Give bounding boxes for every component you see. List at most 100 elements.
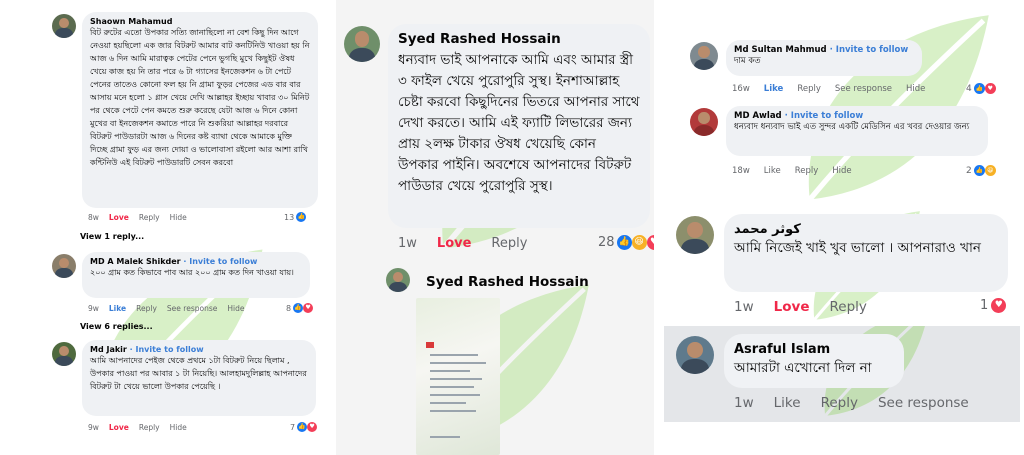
avatar[interactable] [52,14,76,38]
comment-text: দাম কত [734,56,761,66]
comment-actions: 9w Like Reply See response Hide [88,304,244,313]
see-response-button[interactable]: See response [835,84,892,94]
hide-button[interactable]: Hide [906,84,925,94]
comment-time[interactable]: 18w [732,166,750,176]
like-reaction-icon: 👍 [616,235,632,250]
love-reaction-icon: ♥ [991,298,1007,313]
avatar[interactable] [386,268,410,292]
like-reaction-icon: 👍 [973,83,985,94]
middle-comment-panel: Syed Rashed Hossain ধন্যবাদ ভাই আপনাকে আ… [336,0,654,455]
love-button[interactable]: Love [437,236,472,251]
comment-time[interactable]: 16w [732,84,750,94]
comment-time[interactable]: 9w [88,423,99,432]
love-button[interactable]: Love [109,213,129,222]
love-reaction-icon: ♥ [307,422,318,432]
comment-actions: 8w Love Reply Hide [88,213,187,222]
comment-bubble: MD A Malek Shikder · Invite to follow ২০… [82,252,310,298]
reaction-count[interactable]: 13 👍 [284,212,307,222]
see-response-button[interactable]: See response [167,304,217,313]
comment-time[interactable]: 1w [734,299,754,315]
right-comment-panel-2: كوثر محمد আমি নিজেই খাই খুব ভালো । আপনার… [664,208,1020,326]
comment-author: MD A Malek Shikder · Invite to follow [90,257,302,266]
like-reaction-icon: 👍 [973,165,985,176]
reply-button[interactable]: Reply [491,236,527,251]
author-name[interactable]: MD Awlad [734,111,782,121]
comment-bubble: Shaown Mahamud বিট রুটের এতো উপকার সত্যি… [82,12,318,208]
prescription-photo[interactable] [416,298,500,455]
reply-button[interactable]: Reply [139,423,160,432]
author-name[interactable]: Md Sultan Mahmud [734,45,827,55]
reaction-number: 28 [598,235,615,250]
comment-actions: 18w Like Reply Hide [732,166,852,176]
reply-button[interactable]: Reply [797,84,821,94]
comment-author[interactable]: Asraful Islam [734,342,894,357]
comment-author[interactable]: Shaown Mahamud [90,17,310,26]
comment-author[interactable]: كوثر محمد [734,222,998,237]
love-button[interactable]: Love [109,423,129,432]
comment-bubble: كوثر محمد আমি নিজেই খাই খুব ভালো । আপনার… [724,214,1008,292]
avatar[interactable] [690,42,718,70]
comment-time[interactable]: 1w [734,395,754,411]
author-name[interactable]: MD A Malek Shikder [90,257,181,266]
reaction-number: 2 [966,165,972,176]
comment-bubble: Md Jakir · Invite to follow আমি আপনাদের … [82,340,316,416]
avatar[interactable] [676,336,714,374]
invite-to-follow-link[interactable]: · Invite to follow [130,345,204,354]
like-button[interactable]: Like [764,166,781,176]
comment-time[interactable]: 1w [398,236,417,251]
comment-author[interactable]: Syed Rashed Hossain [398,31,640,47]
reaction-number: 1 [980,298,989,313]
invite-to-follow-link[interactable]: · Invite to follow [830,45,909,55]
like-reaction-icon: 👍 [293,303,304,313]
reaction-count[interactable]: 7 👍 ♥ [290,422,318,432]
avatar[interactable] [344,26,380,62]
like-button[interactable]: Like [109,304,126,313]
right-comment-panel: Md Sultan Mahmud · Invite to follow দাম … [664,0,1020,210]
comment-author: Md Jakir · Invite to follow [90,345,308,354]
comment-bubble: Md Sultan Mahmud · Invite to follow দাম … [726,40,922,76]
invite-to-follow-link[interactable]: · Invite to follow [785,111,864,121]
view-replies-link[interactable]: View 1 reply... [80,232,144,241]
comment-author[interactable]: Syed Rashed Hossain [426,274,589,290]
hide-button[interactable]: Hide [170,423,187,432]
reply-button[interactable]: Reply [829,299,866,315]
reply-button[interactable]: Reply [139,213,160,222]
reaction-count[interactable]: 2 👍 😆 [966,165,996,176]
comment-actions: 1w Love Reply [398,236,527,251]
reply-button[interactable]: Reply [136,304,157,313]
see-response-button[interactable]: See response [878,395,969,411]
comment-text: আমারটা এখোনো দিল না [734,360,872,376]
author-name[interactable]: Md Jakir [90,345,127,354]
comment-text: বিট রুটের এতো উপকার সত্যি জানাছিলো না বে… [90,28,310,167]
avatar[interactable] [52,342,76,366]
like-button[interactable]: Like [774,395,801,411]
love-reaction-icon: ♥ [646,235,654,250]
comment-time[interactable]: 8w [88,213,99,222]
reaction-count[interactable]: 1 ♥ [980,298,1007,313]
invite-to-follow-link[interactable]: · Invite to follow [183,257,257,266]
comment-time[interactable]: 9w [88,304,99,313]
like-reaction-icon: 👍 [297,422,308,432]
reply-button[interactable]: Reply [821,395,858,411]
reaction-count[interactable]: 8 👍 ♥ [286,303,314,313]
reply-button[interactable]: Reply [795,166,819,176]
hide-button[interactable]: Hide [170,213,187,222]
comment-text: ধন্যবাদ ভাই আপনাকে আমি এবং আমার স্ত্রী ৩… [398,52,640,194]
comment-actions: 1w Love Reply [734,299,867,315]
avatar[interactable] [676,216,714,254]
comment-text: আমি আপনাদের পেইজ থেকে প্রথমে ১টা বিটরুট … [90,356,307,391]
reaction-count[interactable]: 4 👍 ♥ [966,83,996,94]
haha-reaction-icon: 😆 [631,235,647,250]
view-replies-link[interactable]: View 6 replies... [80,322,153,331]
hide-button[interactable]: Hide [227,304,244,313]
like-button[interactable]: Like [764,84,784,94]
reaction-number: 4 [966,83,972,94]
comment-text: ধন্যবাদ ধন্যবাদ ভাই এত সুন্দর একটি মেডিস… [734,122,970,132]
comment-actions: 16w Like Reply See response Hide [732,84,925,94]
avatar[interactable] [52,254,76,278]
love-button[interactable]: Love [774,299,810,315]
hide-button[interactable]: Hide [832,166,851,176]
avatar[interactable] [690,108,718,136]
comment-text: ২০০ গ্রাম কত কিভাবে পাব আর ২০০ গ্রাম কত … [90,268,294,277]
reaction-count[interactable]: 28 👍 😆 ♥ [598,235,654,250]
